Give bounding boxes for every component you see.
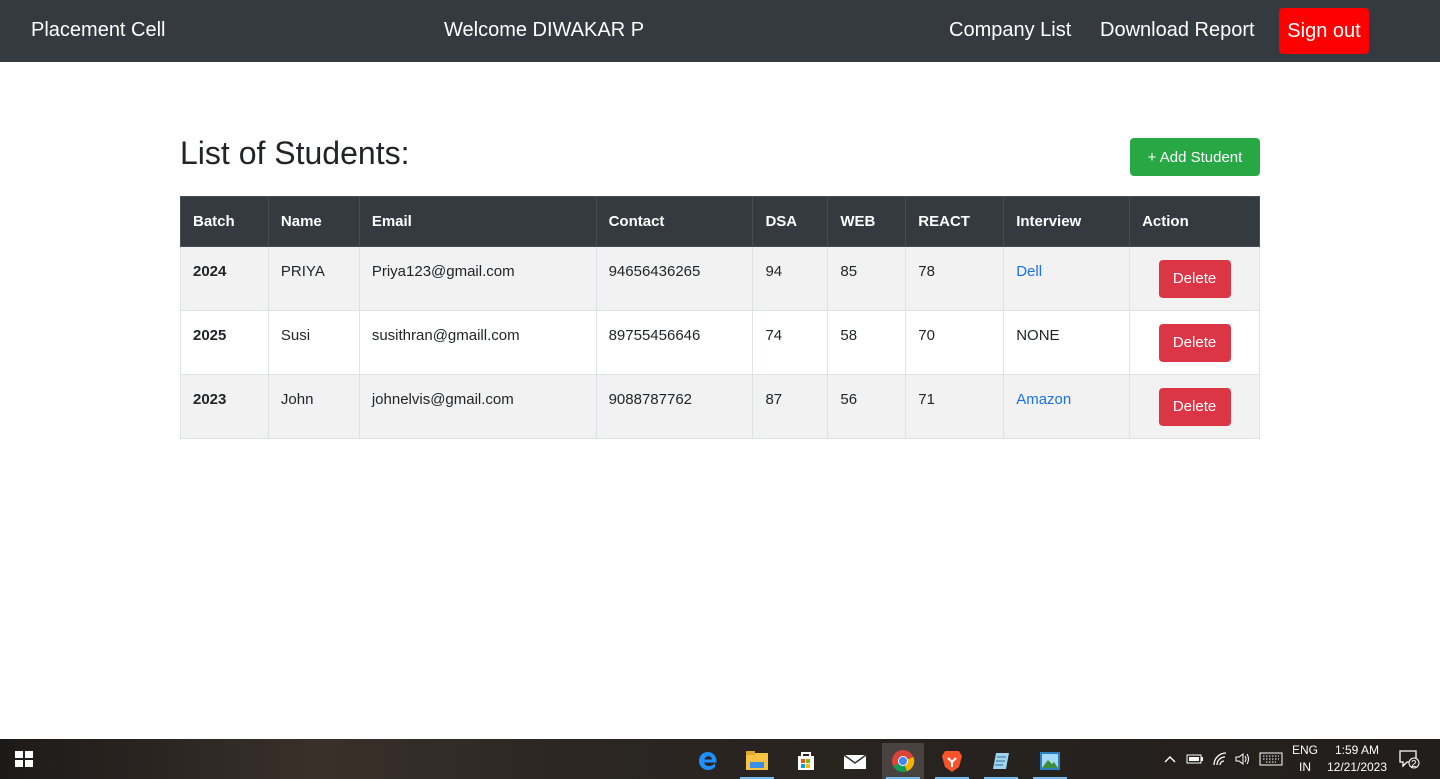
brave-icon[interactable] (931, 743, 973, 779)
cell-name: PRIYA (267, 246, 360, 311)
cell-web: 85 (827, 246, 907, 311)
interview-link[interactable]: Amazon (1003, 374, 1131, 439)
cell-name: John (267, 374, 360, 439)
header-name: Name (267, 196, 360, 247)
table-row: 2023 John johnelvis@gmail.com 9088787762… (180, 374, 1260, 439)
windows-start-icon[interactable] (15, 751, 33, 767)
clock-time: 1:59 AM (1334, 743, 1380, 757)
header-dsa: DSA (752, 196, 829, 247)
cell-react: 71 (905, 374, 1005, 439)
clock-date: 12/21/2023 (1326, 760, 1388, 774)
chrome-icon[interactable] (882, 743, 924, 779)
cell-react: 78 (905, 246, 1005, 311)
cell-email: Priya123@gmail.com (358, 246, 597, 311)
cell-react: 70 (905, 310, 1005, 375)
header-interview: Interview (1003, 196, 1131, 247)
header-action: Action (1129, 196, 1260, 247)
cell-name: Susi (267, 310, 360, 375)
cell-action: Delete (1129, 374, 1260, 439)
delete-button[interactable]: Delete (1158, 259, 1231, 298)
notification-center-icon[interactable]: 2 (1398, 739, 1422, 779)
cell-dsa: 74 (752, 310, 829, 375)
keyboard-icon[interactable] (1259, 739, 1283, 779)
sign-out-button[interactable]: Sign out (1279, 8, 1369, 54)
file-explorer-icon[interactable] (736, 743, 778, 779)
delete-button[interactable]: Delete (1158, 323, 1231, 362)
interview-link[interactable]: Dell (1003, 246, 1131, 311)
cell-contact: 89755456646 (595, 310, 754, 375)
header-web: WEB (827, 196, 907, 247)
cell-contact: 94656436265 (595, 246, 754, 311)
battery-icon[interactable] (1186, 739, 1204, 779)
header-batch: Batch (180, 196, 269, 247)
region-code: IN (1299, 760, 1311, 774)
input-language[interactable]: ENG IN (1290, 742, 1320, 776)
header-contact: Contact (595, 196, 754, 247)
cell-batch: 2025 (180, 310, 269, 375)
top-navbar: Placement Cell Welcome DIWAKAR P Company… (0, 0, 1440, 62)
brand-title[interactable]: Placement Cell (31, 19, 166, 42)
photos-icon[interactable] (1029, 743, 1071, 779)
delete-button[interactable]: Delete (1158, 387, 1231, 426)
page-title: List of Students: (180, 135, 410, 171)
system-clock[interactable]: 1:59 AM 12/21/2023 (1322, 742, 1392, 776)
cell-batch: 2024 (180, 246, 269, 311)
show-hidden-icons-icon[interactable] (1163, 739, 1177, 779)
volume-icon[interactable] (1234, 739, 1252, 779)
header-react: REACT (905, 196, 1005, 247)
cell-email: susithran@gmaill.com (358, 310, 597, 375)
cell-web: 56 (827, 374, 907, 439)
cell-contact: 9088787762 (595, 374, 754, 439)
notification-count: 2 (1411, 759, 1417, 770)
windows-taskbar: ENG IN 1:59 AM 12/21/2023 2 (0, 739, 1440, 779)
cell-dsa: 87 (752, 374, 829, 439)
cell-batch: 2023 (180, 374, 269, 439)
wifi-icon[interactable] (1212, 739, 1228, 779)
cell-web: 58 (827, 310, 907, 375)
header-email: Email (358, 196, 597, 247)
table-header-row: Batch Name Email Contact DSA WEB REACT I… (180, 196, 1260, 247)
table-row: 2025 Susi susithran@gmaill.com 897554566… (180, 310, 1260, 375)
add-student-button[interactable]: + Add Student (1130, 138, 1260, 176)
company-list-link[interactable]: Company List (949, 19, 1071, 42)
students-table: Batch Name Email Contact DSA WEB REACT I… (180, 196, 1260, 439)
store-icon[interactable] (785, 743, 827, 779)
cell-dsa: 94 (752, 246, 829, 311)
welcome-text: Welcome DIWAKAR P (444, 19, 645, 41)
cell-email: johnelvis@gmail.com (358, 374, 597, 439)
cell-action: Delete (1129, 246, 1260, 311)
download-report-link[interactable]: Download Report (1100, 19, 1255, 42)
notepad-icon[interactable] (980, 743, 1022, 779)
mail-icon[interactable] (834, 743, 876, 779)
cell-interview: NONE (1003, 310, 1131, 375)
edge-icon[interactable] (687, 743, 729, 779)
language-code: ENG (1291, 743, 1318, 757)
cell-action: Delete (1129, 310, 1260, 375)
table-row: 2024 PRIYA Priya123@gmail.com 9465643626… (180, 246, 1260, 311)
